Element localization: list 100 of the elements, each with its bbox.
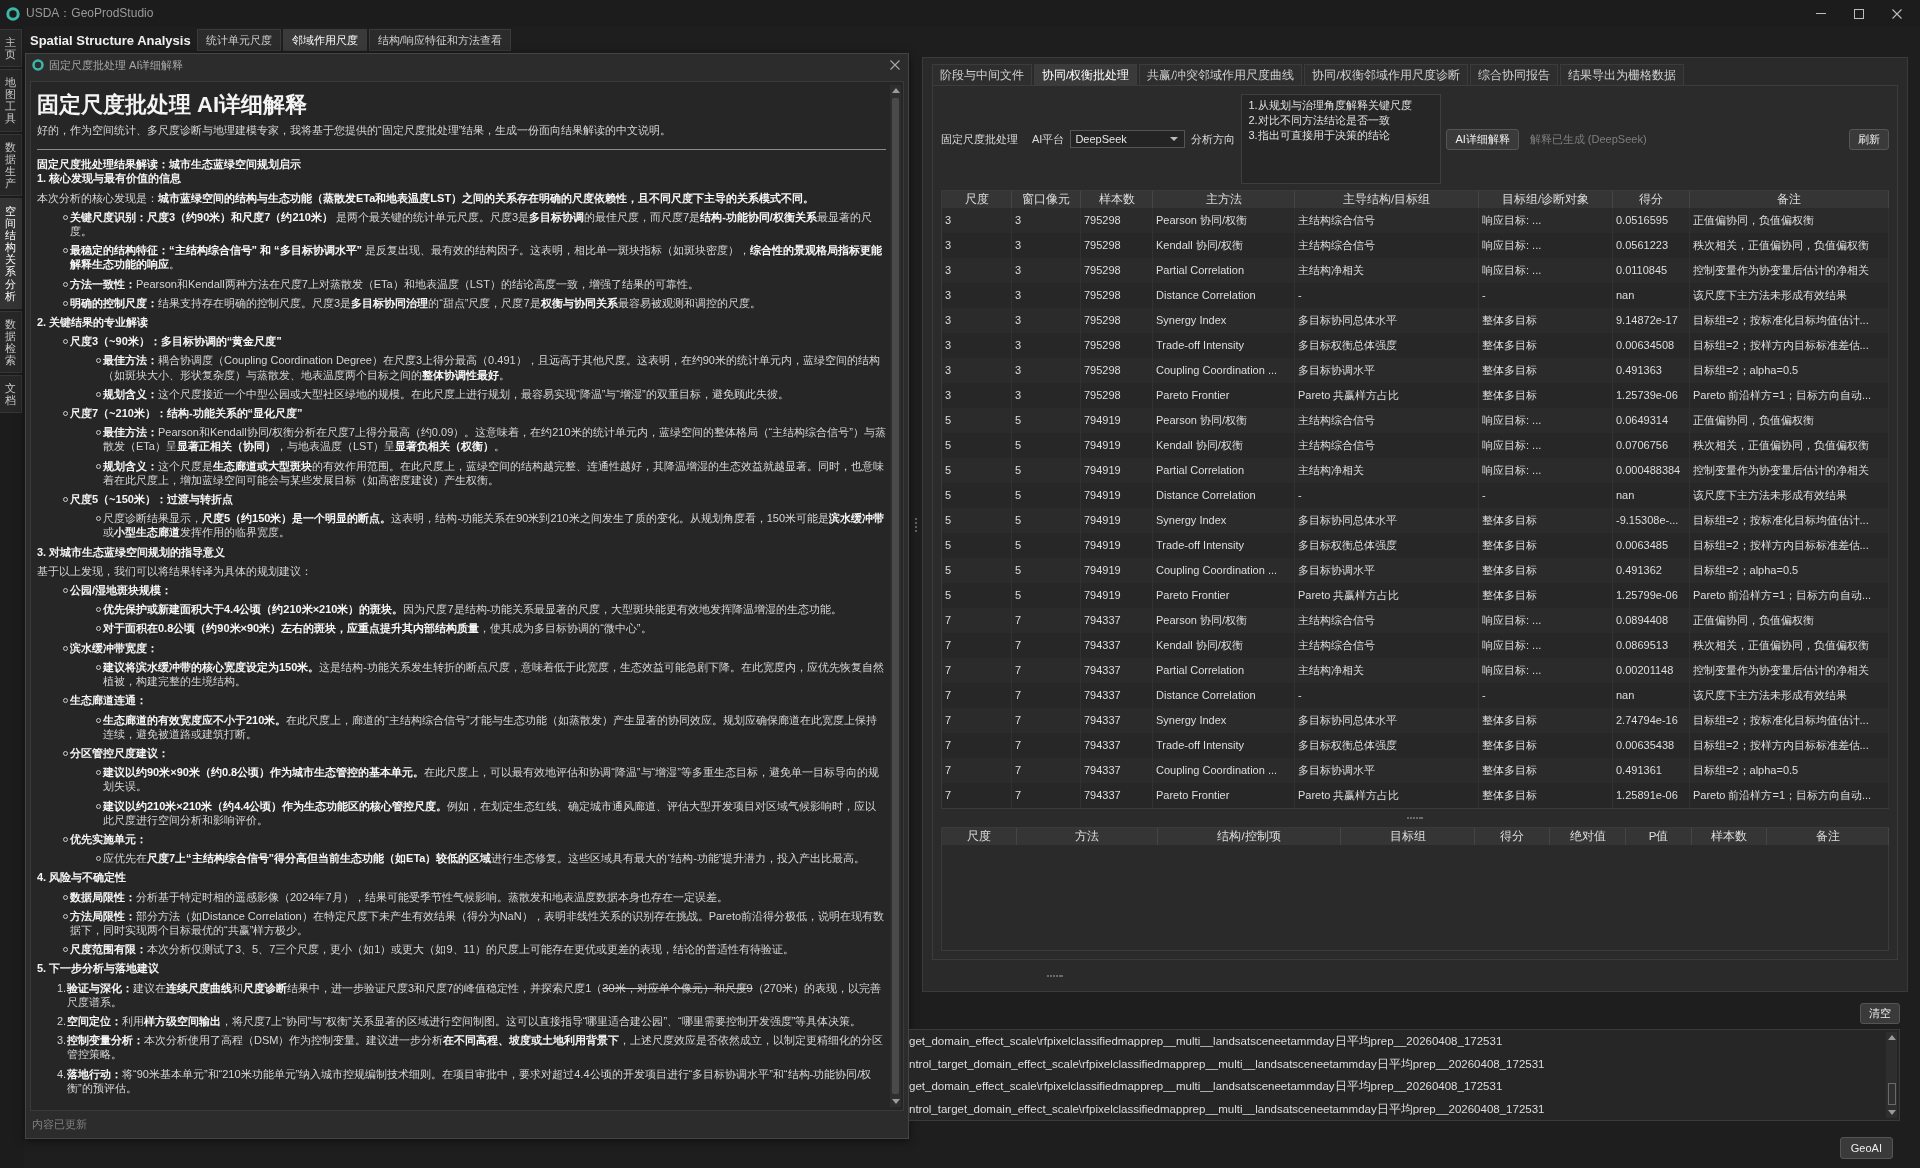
- tab[interactable]: 协同/权衡批处理: [1034, 64, 1138, 85]
- module-tab[interactable]: 结构/响应特征和方法查看: [368, 29, 511, 51]
- status-text: 解释已生成 (DeepSeek): [1529, 131, 1647, 147]
- section-heading: 3. 对城市生态蓝绿空间规划的指导意义: [37, 544, 227, 559]
- scroll-thumb[interactable]: [1887, 1083, 1896, 1105]
- direction-field[interactable]: 1.从规划与治理角度解释关键尺度 2.对比不同方法结论是否一致 3.指出可直接用于决策的结论: [1241, 94, 1442, 184]
- paragraph: 本次分析的核心发现是：城市蓝绿空间的结构与生态功能（蒸散发ETa和地表温度LST）之间的关系存在明确的尺度依赖性，且不同尺度下主导的关系模式不同。: [37, 190, 816, 205]
- grip-icon[interactable]: [914, 517, 917, 532]
- list-item-text: 控制变量分析：本次分析使用了高程（DSM）作为控制变量。建议进一步分析在不同高程、坡度或土地利用背景下，上述尺度效应是否依然成立，以制定更精细化的分区管控策略。: [67, 1033, 885, 1062]
- list-item-text: 尺度5（~150米）：过渡与转折点: [70, 492, 234, 507]
- maximize-icon: [1854, 8, 1864, 19]
- table-cell: 整体多目标: [1479, 783, 1613, 808]
- ring-logo-icon: [32, 59, 44, 71]
- module-tab[interactable]: 统计单元尺度: [196, 29, 281, 51]
- list-number: 1.: [57, 980, 67, 995]
- list-item-text: 空间定位：利用样方级空间输出，将尺度7上“协同”与“权衡”关系显著的区域进行空间制图。这可以直接指导“哪里适合建公园”、“哪里需要控制开发强度”等具体决策。: [67, 1013, 862, 1029]
- tab[interactable]: 协同/权衡邻域作用尺度诊断: [1304, 64, 1468, 85]
- log-line: get_domain_effect_scale\rfpixelclassifiedmapprep__multi__landsatsceneetammday日平均prep__20260408_172531: [909, 1079, 1504, 1094]
- list-number: 2.: [57, 1013, 67, 1029]
- list-item-text: 尺度7（~210米）：结构-功能关系的“显化尺度”: [70, 406, 304, 421]
- grip-icon[interactable]: [1047, 974, 1063, 977]
- dialog-title: 固定尺度批处理 AI详细解释: [49, 57, 184, 73]
- list-item-text: 尺度3（~90米）：多目标协调的“黄金尺度”: [70, 334, 283, 349]
- table-cell: Pareto Frontier: [1153, 783, 1295, 808]
- list-item-text: 明确的控制尺度：结果支持存在明确的控制尺度。尺度3是多目标协同治理的“甜点”尺度，尺度7是权衡与协同关系最容易被观测和调控的尺度。: [70, 295, 762, 311]
- side-tab[interactable]: 主页: [0, 29, 22, 68]
- tab[interactable]: 阶段与中间文件: [932, 64, 1032, 85]
- paragraph: 好的，作为空间统计、多尺度诊断与地理建模专家，我将基于您提供的“固定尺度批处理”结果，生成一份面向结果解读的中文说明。: [37, 123, 673, 138]
- list-item-text: 落地行动：将“90米基本单元”和“210米功能单元”纳入城市控规编制技术细则。在项目审批中，要求对超过4.4公顷的开发项目进行“多目标协调水平”和“结构-功能协同/权衡”的预评估。: [67, 1066, 873, 1095]
- clear-button[interactable]: 清空: [1860, 1003, 1900, 1024]
- section-heading: 2. 关键结果的专业解读: [37, 315, 150, 330]
- list-item-text: 关键尺度识别：尺度3（约90米）和尺度7（约210米） 是两个最关键的统计单元尺度。尺度3是多目标协调的最佳尺度，而尺度7是结构-功能协同/权衡关系最显著的尺度。: [70, 209, 873, 239]
- list-item-text: 建议将滨水缓冲带的核心宽度设定为150米。这是结构-功能关系发生转折的断点尺度，意味着低于此宽度，生态效益可能急剧下降。在此宽度内，应优先恢复自然植被，构建完整的生境结构。: [103, 659, 886, 689]
- refresh-button[interactable]: 刷新: [1849, 128, 1889, 150]
- explain-button[interactable]: AI详细解释: [1446, 128, 1519, 150]
- module-tab[interactable]: 邻域作用尺度: [282, 29, 367, 51]
- column-header: 方法: [1017, 828, 1158, 845]
- list-item-text: 建议以约210米×210米（约4.4公顷）作为生态功能区的核心管控尺度。例如，在划定生态红线、确定城市通风廊道、评估大型开发项目对区域气候影响时，应以此尺度进行空间分析和影响评价。: [103, 798, 878, 827]
- column-header: 尺度: [942, 828, 1017, 845]
- list-number: 4.: [57, 1066, 67, 1081]
- table-cell: Pareto 共赢样方占比: [1295, 783, 1479, 808]
- minimize-icon: [1816, 13, 1826, 14]
- scroll-thumb[interactable]: [892, 98, 899, 1094]
- side-tab[interactable]: 数据生产: [0, 133, 22, 196]
- list-item-text: 尺度诊断结果显示，尺度5（约150米）是一个明显的断点。这表明，结构-功能关系在90米到210米之间发生了质的变化。从规划角度看，150米可能是滨水缓冲带或小型生态廊道发挥作用的临界宽度。: [103, 511, 886, 540]
- side-tab[interactable]: 空间结构关系分析: [0, 197, 22, 309]
- down-triangle-icon: [1887, 1110, 1896, 1115]
- table-cell: Pareto 前沿样方=1；目标方向自动...: [1690, 783, 1889, 808]
- status-text: 内容已更新: [31, 1117, 88, 1132]
- document-heading: 固定尺度批处理 AI详细解释: [37, 92, 309, 118]
- column-header: 目标组/诊断对象: [1479, 191, 1613, 208]
- list-item-text: 方法一致性：Pearson和Kendall两种方法在尺度7上对蒸散发（ETa）和地表温度（LST）的结论高度一致，增强了结果的可靠性。: [70, 276, 700, 291]
- document-subtitle: 固定尺度批处理结果解读：城市生态蓝绿空间规划启示: [37, 157, 302, 172]
- tab[interactable]: 结果导出为栅格数据: [1559, 64, 1684, 85]
- ring-logo-icon: [6, 6, 20, 21]
- caret-down-icon: [1170, 137, 1179, 141]
- tab[interactable]: 共赢/冲突邻域作用尺度曲线: [1139, 64, 1303, 85]
- column-header: P值: [1626, 828, 1692, 845]
- column-header: 绝对值: [1550, 828, 1626, 845]
- list-item-text: 生态廊道连通：: [70, 693, 148, 708]
- column-header: 备注: [1690, 191, 1889, 208]
- list-item-text: 建议以约90米×90米（约0.8公顷）作为城市生态管控的基本单元。在此尺度上，可以最有效地评估和协调“降温”与“增湿”等多重生态目标，避免单一目标导向的规划失误。: [103, 765, 880, 794]
- list-item-text: 滨水缓冲带宽度：: [70, 640, 159, 655]
- column-header: 目标组: [1341, 828, 1475, 845]
- column-header: 样本数: [1692, 828, 1767, 845]
- up-triangle-icon: [891, 88, 900, 93]
- close-icon: [1892, 8, 1902, 19]
- down-triangle-icon: [891, 1099, 900, 1104]
- tab[interactable]: 综合协同报告: [1469, 64, 1558, 85]
- paragraph: 基于以上发现，我们可以将结果转译为具体的规划建议：: [37, 563, 313, 579]
- log-line: get_domain_effect_scale\rfpixelclassifiedmapprep__multi__landsatsceneetammday日平均prep__20260408_172531: [909, 1034, 1504, 1049]
- list-item-text: 优先保护或新建面积大于4.4公顷（约210米×210米）的斑块。因为尺度7是结构-功能关系最显著的尺度，大型斑块能更有效地发挥降温增湿的生态功能。: [103, 602, 844, 617]
- list-item-text: 生态廊道的有效宽度应不小于210米。在此尺度上，廊道的“主结构综合信号”才能与生态功能（如蒸散发）产生显著的协同效应。规划应确保廊道在此宽度上保持连续，避免被道路或建筑打断。: [103, 712, 878, 741]
- log-line: ntrol_target_domain_effect_scale\rfpixelclassifiedmapprep__multi__landsatsceneetammday日平均prep__20260408_172531: [909, 1056, 1546, 1072]
- close-icon: [890, 60, 900, 70]
- side-tab[interactable]: 文档: [0, 375, 22, 414]
- column-header: 得分: [1475, 828, 1550, 845]
- window-title: USDA：GeoProdStudio: [26, 5, 154, 22]
- module-title: Spatial Structure Analysis: [30, 32, 191, 48]
- list-item-text: 优先实施单元：: [70, 831, 148, 847]
- geoai-button[interactable]: GeoAI: [1839, 1137, 1893, 1159]
- scrollbar[interactable]: [1886, 1032, 1897, 1118]
- platform-dropdown[interactable]: DeepSeek: [1070, 130, 1186, 148]
- side-tab[interactable]: 地图工具: [0, 69, 22, 132]
- column-header: 样本数: [1081, 191, 1153, 208]
- list-item-text: 对于面积在0.8公顷（约90米×90米）左右的斑块，应重点提升其内部结构质量，使其成为多目标协调的“微中心”。: [103, 621, 653, 636]
- scrollbar[interactable]: [890, 85, 901, 1107]
- table-cell: 794337: [1081, 783, 1153, 808]
- list-number: 3.: [57, 1033, 67, 1048]
- section-heading: 1. 核心发现与最有价值的信息: [37, 171, 183, 186]
- list-item-text: 规划含义：这个尺度接近一个中型公园或大型社区绿地的规模。在此尺度上进行规划，最容易实现“降温”与“增湿”的双重目标，避免顾此失彼。: [103, 386, 790, 402]
- side-tab[interactable]: 数据检索: [0, 310, 22, 374]
- column-header: 得分: [1613, 191, 1690, 208]
- field-label: 分析方向: [1191, 131, 1236, 147]
- table-cell: 7: [942, 783, 1012, 808]
- list-item-text: 验证与深化：建议在连续尺度曲线和尺度诊断结果中，进一步验证尺度3和尺度7的峰值稳定性，并探索尺度1（30米，对应单个像元）和尺度9（270米）的表现，以完善尺度谱系。: [67, 980, 883, 1009]
- list-item-text: 应优先在尺度7上“主结构综合信号”得分高但当前生态功能（如ETa）较低的区域进行生态修复。这些区域具有最大的“结构-功能”提升潜力，投入产出比最高。: [103, 851, 867, 866]
- section-heading: 5. 下一步分析与落地建议: [37, 961, 161, 976]
- column-header: 窗口像元: [1012, 191, 1081, 208]
- column-header: 主方法: [1153, 191, 1295, 208]
